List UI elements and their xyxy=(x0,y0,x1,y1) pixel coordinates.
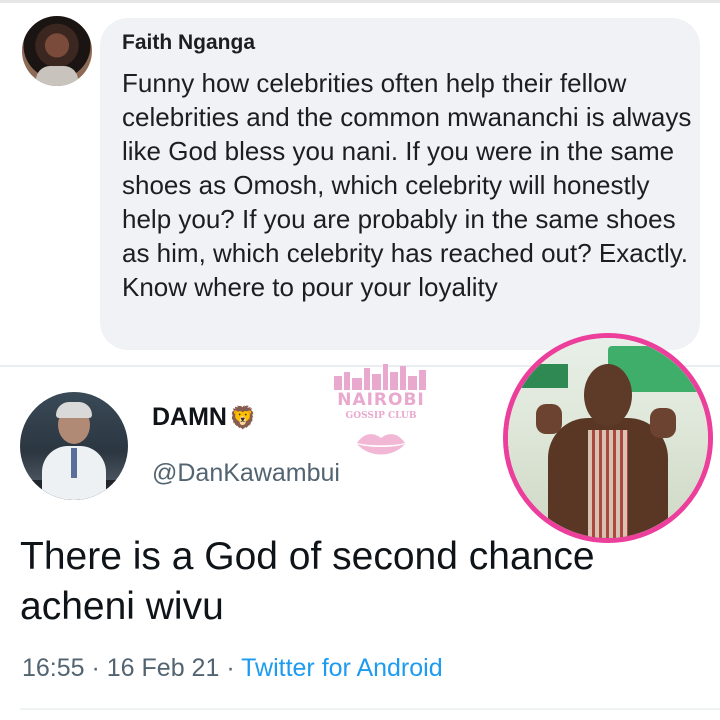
avatar-tie xyxy=(71,448,77,478)
photo-hand-left xyxy=(536,404,562,434)
photo-green-tent-left xyxy=(508,364,568,388)
photo-head xyxy=(584,364,632,426)
commenter-name[interactable]: Faith Nganga xyxy=(122,31,255,55)
bottom-divider xyxy=(20,708,720,710)
lion-emoji-icon: 🦁 xyxy=(229,404,257,430)
top-divider xyxy=(0,0,720,3)
lips-icon xyxy=(357,434,405,455)
watermark-title: NAIROBI xyxy=(337,390,425,410)
inset-photo xyxy=(503,333,713,543)
tweet-display-name[interactable]: DAMN 🦁 xyxy=(152,403,256,432)
photo-shirt xyxy=(588,430,628,538)
tweet-author-avatar[interactable] xyxy=(20,392,128,500)
comment-text: Funny how celebrities often help their f… xyxy=(122,68,692,302)
tweet-handle[interactable]: @DanKawambui xyxy=(152,459,340,488)
tweet-date[interactable]: 16 Feb 21 xyxy=(107,654,220,682)
watermark: NAIROBI GOSSIP CLUB xyxy=(322,360,440,464)
tweet-text: There is a God of second chance acheni w… xyxy=(20,535,595,628)
tweet-source-app[interactable]: Twitter for Android xyxy=(241,654,442,682)
watermark-subtitle: GOSSIP CLUB xyxy=(345,411,417,421)
meta-separator: · xyxy=(84,654,107,682)
avatar-shirt xyxy=(36,66,78,86)
display-name-text: DAMN xyxy=(152,403,227,431)
commenter-avatar[interactable] xyxy=(22,16,92,86)
avatar-hair xyxy=(56,402,92,418)
tweet-time[interactable]: 16:55 xyxy=(22,654,85,682)
tweet-metadata: 16:55 · 16 Feb 21 · Twitter for Android xyxy=(22,654,443,683)
meta-separator-2: · xyxy=(219,654,242,682)
photo-hand-right xyxy=(650,408,676,438)
